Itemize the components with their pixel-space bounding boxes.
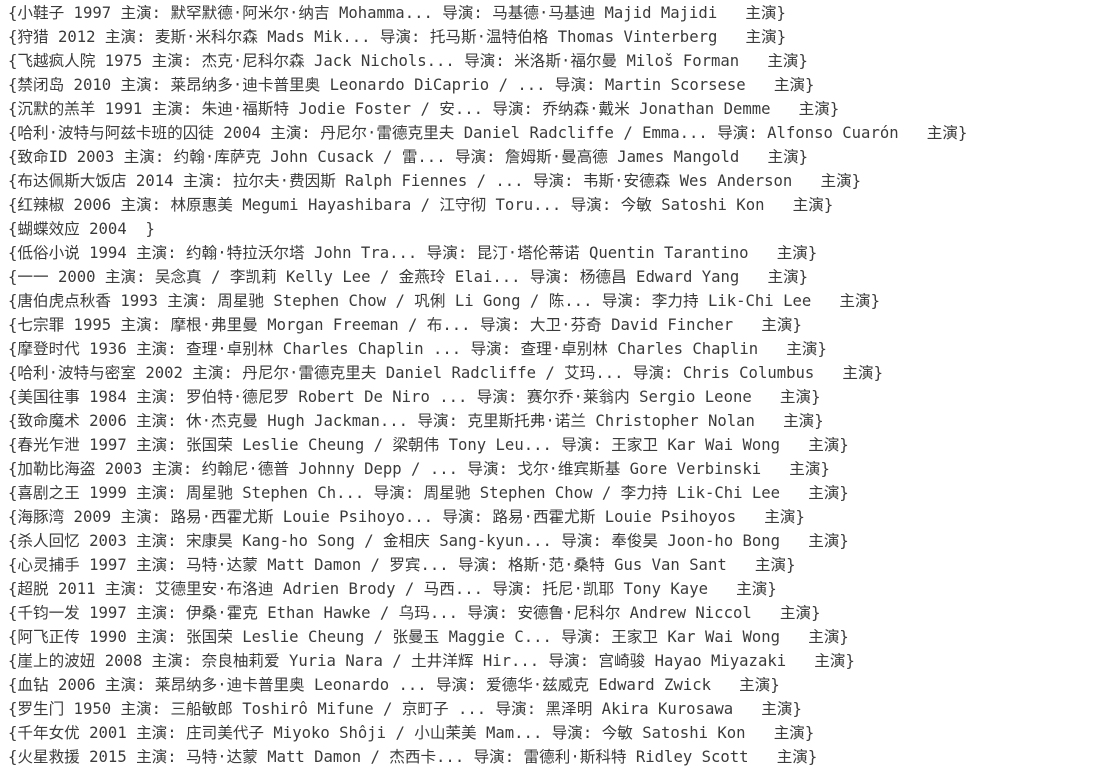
- output-line: {超脱 2011 主演: 艾德里安·布洛迪 Adrien Brody / 马西.…: [8, 580, 777, 598]
- output-line: {红辣椒 2006 主演: 林原惠美 Megumi Hayashibara / …: [8, 196, 834, 214]
- output-line: {哈利·波特与阿兹卡班的囚徒 2004 主演: 丹尼尔·雷德克里夫 Daniel…: [8, 124, 968, 142]
- output-line: {火星救援 2015 主演: 马特·达蒙 Matt Damon / 杰西卡...…: [8, 748, 818, 766]
- output-line: {千年女优 2001 主演: 庄司美代子 Miyoko Shôji / 小山茉美…: [8, 724, 815, 742]
- output-line: {唐伯虎点秋香 1993 主演: 周星驰 Stephen Chow / 巩俐 L…: [8, 292, 880, 310]
- output-line: {飞越疯人院 1975 主演: 杰克·尼科尔森 Jack Nichols... …: [8, 52, 808, 70]
- output-line: {崖上的波妞 2008 主演: 奈良柚莉爱 Yuria Nara / 土井洋辉 …: [8, 652, 855, 670]
- output-line: {狩猎 2012 主演: 麦斯·米科尔森 Mads Mik... 导演: 托马斯…: [8, 28, 787, 46]
- output-line: {蝴蝶效应 2004 }: [8, 220, 155, 238]
- output-line: {致命魔术 2006 主演: 休·杰克曼 Hugh Jackman... 导演:…: [8, 412, 824, 430]
- output-line: {心灵捕手 1997 主演: 马特·达蒙 Matt Damon / 罗宾... …: [8, 556, 796, 574]
- output-line: {罗生门 1950 主演: 三船敏郎 Toshirô Mifune / 京町子 …: [8, 700, 802, 718]
- console-output: {小鞋子 1997 主演: 默罕默德·阿米尔·纳吉 Mohamma... 导演:…: [0, 0, 1111, 767]
- output-line: {禁闭岛 2010 主演: 莱昂纳多·迪卡普里奥 Leonardo DiCapr…: [8, 76, 815, 94]
- output-line: {沉默的羔羊 1991 主演: 朱迪·福斯特 Jodie Foster / 安.…: [8, 100, 840, 118]
- output-line: {春光乍泄 1997 主演: 张国荣 Leslie Cheung / 梁朝伟 T…: [8, 436, 849, 454]
- output-line: {血钻 2006 主演: 莱昂纳多·迪卡普里奥 Leonardo ... 导演:…: [8, 676, 780, 694]
- output-line: {杀人回忆 2003 主演: 宋康昊 Kang-ho Song / 金相庆 Sa…: [8, 532, 849, 550]
- output-line: {一一 2000 主演: 吴念真 / 李凯莉 Kelly Lee / 金燕玲 E…: [8, 268, 809, 286]
- output-line: {低俗小说 1994 主演: 约翰·特拉沃尔塔 John Tra... 导演: …: [8, 244, 818, 262]
- output-line: {摩登时代 1936 主演: 查理·卓别林 Charles Chaplin ..…: [8, 340, 827, 358]
- output-line: {阿飞正传 1990 主演: 张国荣 Leslie Cheung / 张曼玉 M…: [8, 628, 849, 646]
- output-line: {加勒比海盗 2003 主演: 约翰尼·德普 Johnny Depp / ...…: [8, 460, 830, 478]
- output-line: {布达佩斯大饭店 2014 主演: 拉尔夫·费因斯 Ralph Fiennes …: [8, 172, 862, 190]
- output-line: {美国往事 1984 主演: 罗伯特·德尼罗 Robert De Niro ..…: [8, 388, 821, 406]
- output-line: {喜剧之王 1999 主演: 周星驰 Stephen Ch... 导演: 周星驰…: [8, 484, 849, 502]
- output-line: {小鞋子 1997 主演: 默罕默德·阿米尔·纳吉 Mohamma... 导演:…: [8, 4, 786, 22]
- output-line: {海豚湾 2009 主演: 路易·西霍尤斯 Louie Psihoyo... 导…: [8, 508, 805, 526]
- output-line: {七宗罪 1995 主演: 摩根·弗里曼 Morgan Freeman / 布.…: [8, 316, 802, 334]
- output-line: {千钧一发 1997 主演: 伊桑·霍克 Ethan Hawke / 乌玛...…: [8, 604, 821, 622]
- output-line: {哈利·波特与密室 2002 主演: 丹尼尔·雷德克里夫 Daniel Radc…: [8, 364, 884, 382]
- output-line: {致命ID 2003 主演: 约翰·库萨克 John Cusack / 雷...…: [8, 148, 809, 166]
